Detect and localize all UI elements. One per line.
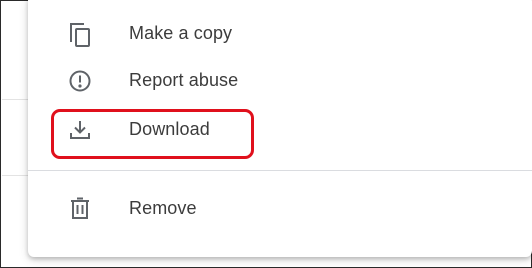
page-frame: Make a copy Report abuse Download Remove <box>0 0 532 268</box>
menu-item-label: Report abuse <box>129 70 239 90</box>
menu-item-label: Remove <box>129 198 197 218</box>
menu-divider <box>28 170 532 171</box>
menu-item-remove[interactable]: Remove <box>28 186 532 232</box>
background-row-divider <box>2 175 28 176</box>
copy-icon <box>66 20 94 48</box>
download-highlight-box <box>51 109 254 159</box>
background-row-divider <box>2 99 28 100</box>
menu-item-make-a-copy[interactable]: Make a copy <box>28 11 532 57</box>
trash-icon <box>66 195 94 223</box>
report-icon <box>66 67 94 95</box>
menu-item-label: Make a copy <box>129 23 233 43</box>
menu-item-report-abuse[interactable]: Report abuse <box>28 58 532 104</box>
